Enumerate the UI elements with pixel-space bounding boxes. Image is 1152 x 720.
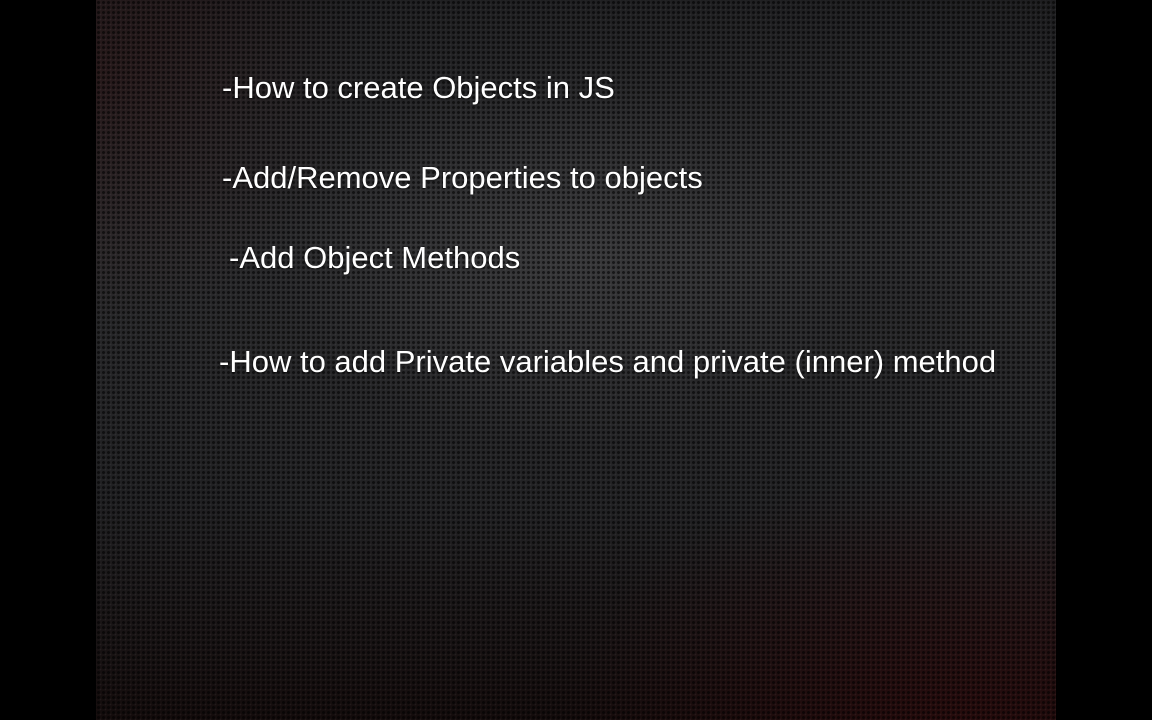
video-frame: -How to create Objects in JS -Add/Remove… [0, 0, 1152, 720]
bullet-create-objects: -How to create Objects in JS [222, 70, 615, 105]
bullet-add-remove-properties: -Add/Remove Properties to objects [222, 160, 703, 195]
bullet-private-variables: -How to add Private variables and privat… [219, 344, 997, 379]
presentation-slide: -How to create Objects in JS -Add/Remove… [96, 0, 1056, 720]
bullet-object-methods: -Add Object Methods [229, 240, 521, 275]
